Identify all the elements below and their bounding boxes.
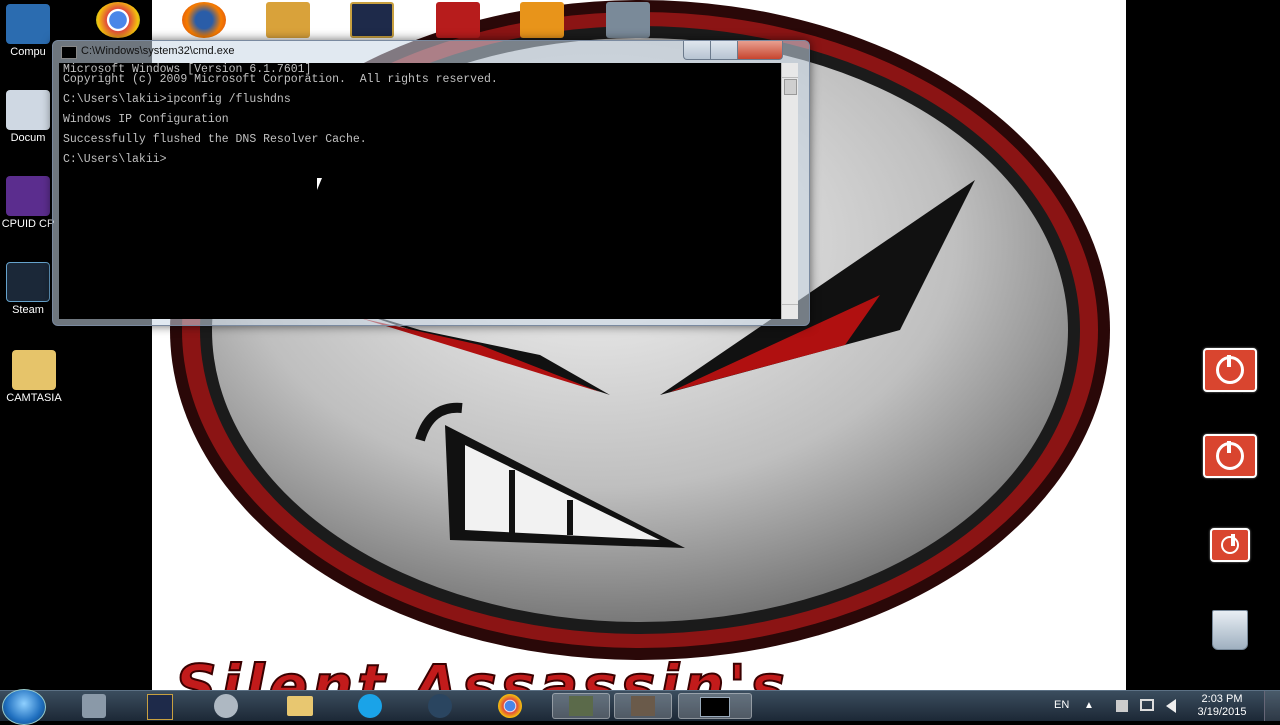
firefox-icon[interactable] [182, 2, 226, 38]
scroll-up-arrow[interactable] [782, 63, 798, 78]
counter-strike-icon[interactable] [606, 2, 650, 38]
desktop-icon-documents[interactable]: Docum [0, 90, 60, 144]
console-line: Windows IP Configuration [63, 113, 229, 126]
cmd-window[interactable]: C:\Windows\system32\cmd.exe Microsoft Wi… [52, 40, 810, 326]
desktop-icon-label: 100 min [1210, 478, 1250, 490]
taskbar-skype-icon[interactable] [346, 693, 394, 719]
clock-time: 2:03 PM [1201, 693, 1243, 705]
taskbar-cmd-icon[interactable] [678, 693, 752, 719]
console-line: Successfully flushed the DNS Resolver Ca… [63, 133, 367, 146]
mouse-cursor-icon [317, 178, 322, 190]
console-line: C:\Users\lakii>ipconfig /flushdns [63, 93, 291, 106]
computer-icon [6, 4, 50, 44]
game-icon[interactable] [520, 2, 564, 38]
desktop-icon-recycle-bin[interactable]: Recycle Bin [1198, 610, 1262, 662]
show-hidden-icons-button[interactable]: ▲ [1084, 700, 1094, 711]
wallpaper-text: Silent Assassin's [174, 651, 789, 690]
clock-date: 3/19/2015 [1197, 706, 1247, 718]
cpuid-icon [6, 176, 50, 216]
taskbar-media-icon[interactable] [202, 693, 250, 719]
taskbar: EN ▲ 2:03 PM 3/19/2015 [0, 689, 1280, 725]
show-desktop-button[interactable] [1264, 691, 1280, 721]
documents-icon [6, 90, 50, 130]
desktop-icon-label: 200 min [1210, 392, 1250, 404]
console-line: C:\Users\lakii> [63, 153, 167, 166]
desktop-icon-cpuid[interactable]: CPUID CP [0, 176, 60, 230]
desktop-icon-steam[interactable]: Steam [0, 262, 60, 316]
desktop-icon-label: CAMTASIA [6, 392, 62, 404]
desktop-icon-label: Steam [12, 304, 44, 316]
desktop-icon-label: 60 min [1213, 562, 1247, 574]
taskbar-counter-strike-icon[interactable] [70, 693, 118, 719]
league-icon[interactable] [350, 2, 394, 38]
desktop: Silent Assassin's Compu Docum CPUID CP S… [0, 0, 1280, 690]
power-icon [1203, 434, 1257, 478]
desktop-icon-camtasia[interactable]: CAMTASIA [2, 350, 66, 404]
console-line: Copyright (c) 2009 Microsoft Corporation… [63, 73, 498, 86]
close-button[interactable] [737, 41, 783, 60]
taskbar-steam-icon[interactable] [416, 693, 464, 719]
minimize-button[interactable] [683, 41, 711, 60]
action-center-flag-icon[interactable] [1116, 700, 1128, 712]
folder-icon [12, 350, 56, 390]
steam-icon [6, 262, 50, 302]
desktop-icon-label: CPUID CP [1, 218, 55, 230]
desktop-icon-100-min[interactable]: 100 min [1198, 434, 1262, 490]
taskbar-chrome-icon[interactable] [486, 693, 534, 719]
cmd-icon [61, 46, 77, 59]
chrome-icon[interactable] [96, 2, 140, 38]
recycle-bin-icon [1212, 610, 1248, 650]
taskbar-folder-icon[interactable] [276, 693, 324, 719]
taskbar-league-icon[interactable] [136, 693, 184, 720]
csgo-icon[interactable] [266, 2, 310, 38]
meat-boy-icon[interactable] [436, 2, 480, 38]
language-indicator[interactable]: EN [1054, 699, 1069, 711]
desktop-icon-label: Docum [10, 132, 46, 144]
desktop-icon-label: Recycle Bin [1200, 650, 1260, 662]
desktop-icon-200-min[interactable]: 200 min [1198, 348, 1262, 404]
scroll-down-arrow[interactable] [782, 304, 798, 319]
taskbar-game-icon[interactable] [614, 693, 672, 719]
taskbar-game-icon[interactable] [552, 693, 610, 719]
power-icon [1210, 528, 1250, 562]
volume-icon[interactable] [1166, 699, 1176, 713]
desktop-icon-60-min[interactable]: 60 min [1198, 528, 1262, 574]
desktop-icon-computer[interactable]: Compu [0, 4, 60, 58]
cmd-console-output[interactable]: Microsoft Windows [Version 6.1.7601] Cop… [59, 63, 781, 319]
desktop-icon-label: Compu [10, 46, 46, 58]
network-icon[interactable] [1140, 699, 1154, 711]
cmd-window-title: C:\Windows\system32\cmd.exe [81, 45, 235, 57]
maximize-button[interactable] [710, 41, 738, 60]
clock[interactable]: 2:03 PM 3/19/2015 [1190, 693, 1254, 719]
cmd-vertical-scrollbar[interactable] [781, 63, 798, 319]
power-icon [1203, 348, 1257, 392]
scroll-thumb[interactable] [784, 79, 797, 95]
cmd-title-bar[interactable]: C:\Windows\system32\cmd.exe [53, 41, 809, 63]
